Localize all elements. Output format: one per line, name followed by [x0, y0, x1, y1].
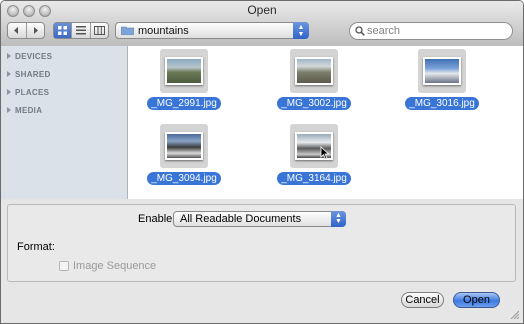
sidebar: DEVICES SHARED PLACES MEDIA: [1, 46, 128, 199]
file-thumbnail-frame: [290, 124, 338, 168]
folder-icon: [121, 26, 134, 35]
photo-thumbnail: [423, 57, 461, 85]
photo-thumbnail: [165, 57, 203, 85]
file-item[interactable]: _MG_3164.jpg: [266, 124, 362, 194]
file-name: _MG_2991.jpg: [147, 97, 221, 110]
icon-view-icon: [58, 26, 68, 35]
file-thumbnail-frame: [418, 49, 466, 93]
file-thumbnail-frame: [160, 49, 208, 93]
disclosure-triangle-icon: [7, 89, 11, 95]
sidebar-section-shared[interactable]: SHARED: [7, 70, 51, 79]
column-view-icon: [93, 26, 105, 35]
left-arrow-icon: [14, 27, 19, 34]
file-item[interactable]: _MG_3016.jpg: [394, 49, 490, 119]
search-input[interactable]: [367, 24, 507, 38]
window-title: Open: [247, 3, 277, 17]
location-label: mountains: [138, 25, 189, 37]
file-thumbnail-frame: [290, 49, 338, 93]
file-name: _MG_3016.jpg: [405, 97, 479, 110]
location-popup[interactable]: mountains ▲ ▼: [115, 22, 309, 39]
file-thumbnail-frame: [160, 124, 208, 168]
sidebar-section-media[interactable]: MEDIA: [7, 106, 42, 115]
resize-grip-icon[interactable]: [509, 309, 519, 319]
photo-thumbnail: [165, 132, 203, 160]
open-button[interactable]: Open: [453, 292, 500, 308]
file-name: _MG_3002.jpg: [277, 97, 351, 110]
list-view-button[interactable]: [71, 23, 89, 38]
enable-popup-value: All Readable Documents: [180, 213, 302, 225]
image-sequence-checkbox[interactable]: [59, 261, 69, 271]
image-sequence-label: Image Sequence: [73, 260, 157, 272]
sidebar-section-devices[interactable]: DEVICES: [7, 52, 52, 61]
search-field[interactable]: [349, 22, 513, 40]
popup-arrows-icon: ▲ ▼: [293, 22, 309, 39]
sidebar-section-places[interactable]: PLACES: [7, 88, 49, 97]
photo-thumbnail: [295, 57, 333, 85]
back-button[interactable]: [8, 23, 26, 38]
disclosure-triangle-icon: [7, 53, 11, 59]
disclosure-triangle-icon: [7, 71, 11, 77]
file-name: _MG_3094.jpg: [147, 172, 221, 185]
popup-arrows-icon: ▲ ▼: [331, 211, 346, 227]
open-dialog: Open mountains ▲ ▼ search DEVICES SHARED…: [0, 0, 524, 324]
file-item[interactable]: _MG_3094.jpg: [136, 124, 232, 194]
list-view-icon: [75, 26, 86, 35]
icon-view-button[interactable]: [54, 23, 72, 38]
view-mode-control: [53, 22, 109, 39]
cancel-button[interactable]: Cancel: [401, 292, 444, 308]
disclosure-triangle-icon: [7, 107, 11, 113]
file-browser: _MG_2991.jpg _MG_3002.jpg _MG_3016.jpg _…: [128, 46, 523, 199]
mouse-pointer-icon: [320, 146, 330, 160]
right-arrow-icon: [33, 27, 38, 34]
file-name: _MG_3164.jpg: [277, 172, 351, 185]
enable-popup[interactable]: All Readable Documents ▲ ▼: [173, 211, 346, 227]
search-icon: [355, 26, 365, 36]
file-item[interactable]: _MG_2991.jpg: [136, 49, 232, 119]
format-label: Format:: [17, 241, 55, 253]
enable-label: Enable:: [138, 213, 176, 225]
back-forward-control: [7, 22, 45, 39]
column-view-button[interactable]: [89, 23, 108, 38]
title-bar: Open mountains ▲ ▼ search: [1, 1, 523, 47]
file-item[interactable]: _MG_3002.jpg: [266, 49, 362, 119]
forward-button[interactable]: [25, 23, 45, 38]
